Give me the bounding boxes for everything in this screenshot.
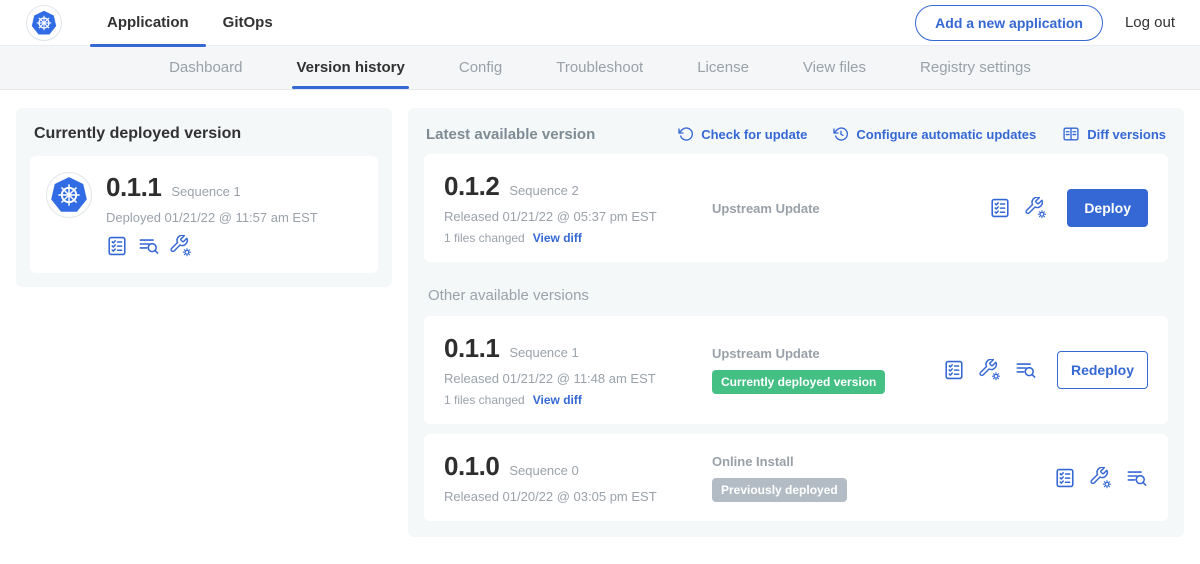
add-application-button[interactable]: Add a new application bbox=[915, 5, 1103, 41]
tab-application[interactable]: Application bbox=[90, 0, 206, 46]
subnav-license-label: License bbox=[697, 59, 749, 76]
subnav-dashboard[interactable]: Dashboard bbox=[169, 46, 242, 89]
app-logo-avatar bbox=[26, 5, 62, 41]
deployed-version-card: 0.1.1 Sequence 1 Deployed 01/21/22 @ 11:… bbox=[30, 156, 378, 273]
deployed-timestamp: Deployed 01/21/22 @ 11:57 am EST bbox=[106, 210, 318, 225]
check-for-update-label: Check for update bbox=[701, 127, 807, 142]
sequence-label: Sequence 1 bbox=[509, 345, 578, 360]
view-diff-link[interactable]: View diff bbox=[533, 393, 582, 407]
tab-gitops[interactable]: GitOps bbox=[206, 0, 290, 46]
version-row-previous: 0.1.0 Sequence 0 Released 01/20/22 @ 03:… bbox=[424, 434, 1168, 521]
version-number: 0.1.2 bbox=[444, 171, 499, 202]
subnav-version-history-label: Version history bbox=[296, 59, 404, 76]
subnav-view-files[interactable]: View files bbox=[803, 46, 866, 89]
sequence-label: Sequence 0 bbox=[509, 463, 578, 478]
diff-icon bbox=[1062, 125, 1080, 143]
version-number: 0.1.0 bbox=[444, 451, 499, 482]
kubernetes-logo-icon bbox=[50, 176, 88, 214]
released-timestamp: Released 01/20/22 @ 03:05 pm EST bbox=[444, 489, 694, 504]
diff-versions-label: Diff versions bbox=[1087, 127, 1166, 142]
version-number: 0.1.1 bbox=[444, 333, 499, 364]
subnav-troubleshoot-label: Troubleshoot bbox=[556, 59, 643, 76]
app-icon-ring bbox=[46, 172, 92, 218]
available-versions-panel: Latest available version Check for updat… bbox=[408, 108, 1184, 537]
deployed-version-number: 0.1.1 bbox=[106, 172, 161, 203]
released-timestamp: Released 01/21/22 @ 05:37 pm EST bbox=[444, 209, 694, 224]
other-versions-title: Other available versions bbox=[428, 287, 1164, 304]
deploy-logs-icon[interactable] bbox=[1126, 467, 1148, 489]
app-subnav: Dashboard Version history Config Trouble… bbox=[0, 46, 1200, 90]
version-actions: Check for update Configure automatic upd… bbox=[678, 125, 1166, 143]
main-content: Currently deployed version 0.1.1 Sequenc… bbox=[0, 90, 1200, 555]
configure-automatic-updates-link[interactable]: Configure automatic updates bbox=[833, 126, 1036, 142]
subnav-dashboard-label: Dashboard bbox=[169, 59, 242, 76]
tab-application-label: Application bbox=[107, 14, 189, 31]
view-diff-link[interactable]: View diff bbox=[533, 231, 582, 245]
version-source-label: Upstream Update bbox=[712, 201, 989, 216]
refresh-icon bbox=[678, 126, 694, 142]
preflight-checks-icon[interactable] bbox=[106, 235, 128, 257]
currently-deployed-badge: Currently deployed version bbox=[712, 370, 885, 394]
edit-config-icon[interactable] bbox=[979, 359, 1001, 381]
edit-config-icon[interactable] bbox=[170, 235, 192, 257]
version-source-label: Upstream Update bbox=[712, 346, 943, 361]
preflight-checks-icon[interactable] bbox=[989, 197, 1011, 219]
header-tabs: Application GitOps bbox=[90, 0, 290, 46]
sequence-label: Sequence 2 bbox=[509, 183, 578, 198]
kubernetes-logo-icon bbox=[31, 10, 57, 36]
edit-config-icon[interactable] bbox=[1090, 467, 1112, 489]
version-source-label: Online Install bbox=[712, 454, 1054, 469]
currently-deployed-title: Currently deployed version bbox=[34, 125, 378, 143]
subnav-license[interactable]: License bbox=[697, 46, 749, 89]
header-right: Add a new application Log out bbox=[915, 5, 1175, 41]
released-timestamp: Released 01/21/22 @ 11:48 am EST bbox=[444, 371, 694, 386]
subnav-version-history[interactable]: Version history bbox=[296, 46, 404, 89]
subnav-registry-settings-label: Registry settings bbox=[920, 59, 1031, 76]
deploy-logs-icon[interactable] bbox=[1015, 359, 1037, 381]
deployed-sequence-label: Sequence 1 bbox=[171, 184, 240, 199]
version-row-deployed: 0.1.1 Sequence 1 Released 01/21/22 @ 11:… bbox=[424, 316, 1168, 424]
logout-link[interactable]: Log out bbox=[1125, 14, 1175, 31]
subnav-view-files-label: View files bbox=[803, 59, 866, 76]
edit-config-icon[interactable] bbox=[1025, 197, 1047, 219]
top-header: Application GitOps Add a new application… bbox=[0, 0, 1200, 46]
subnav-troubleshoot[interactable]: Troubleshoot bbox=[556, 46, 643, 89]
redeploy-button[interactable]: Redeploy bbox=[1057, 351, 1148, 389]
version-row-latest: 0.1.2 Sequence 2 Released 01/21/22 @ 05:… bbox=[424, 154, 1168, 262]
previously-deployed-badge: Previously deployed bbox=[712, 478, 847, 502]
configure-automatic-updates-label: Configure automatic updates bbox=[856, 127, 1036, 142]
subnav-config-label: Config bbox=[459, 59, 502, 76]
preflight-checks-icon[interactable] bbox=[1054, 467, 1076, 489]
subnav-registry-settings[interactable]: Registry settings bbox=[920, 46, 1031, 89]
diff-versions-link[interactable]: Diff versions bbox=[1062, 125, 1166, 143]
deploy-button[interactable]: Deploy bbox=[1067, 189, 1148, 227]
files-changed-label: 1 files changed bbox=[444, 231, 525, 245]
subnav-config[interactable]: Config bbox=[459, 46, 502, 89]
latest-version-title: Latest available version bbox=[426, 126, 595, 143]
deploy-logs-icon[interactable] bbox=[138, 235, 160, 257]
preflight-checks-icon[interactable] bbox=[943, 359, 965, 381]
check-for-update-link[interactable]: Check for update bbox=[678, 126, 807, 142]
currently-deployed-panel: Currently deployed version 0.1.1 Sequenc… bbox=[16, 108, 392, 287]
files-changed-label: 1 files changed bbox=[444, 393, 525, 407]
tab-gitops-label: GitOps bbox=[223, 14, 273, 31]
auto-update-icon bbox=[833, 126, 849, 142]
